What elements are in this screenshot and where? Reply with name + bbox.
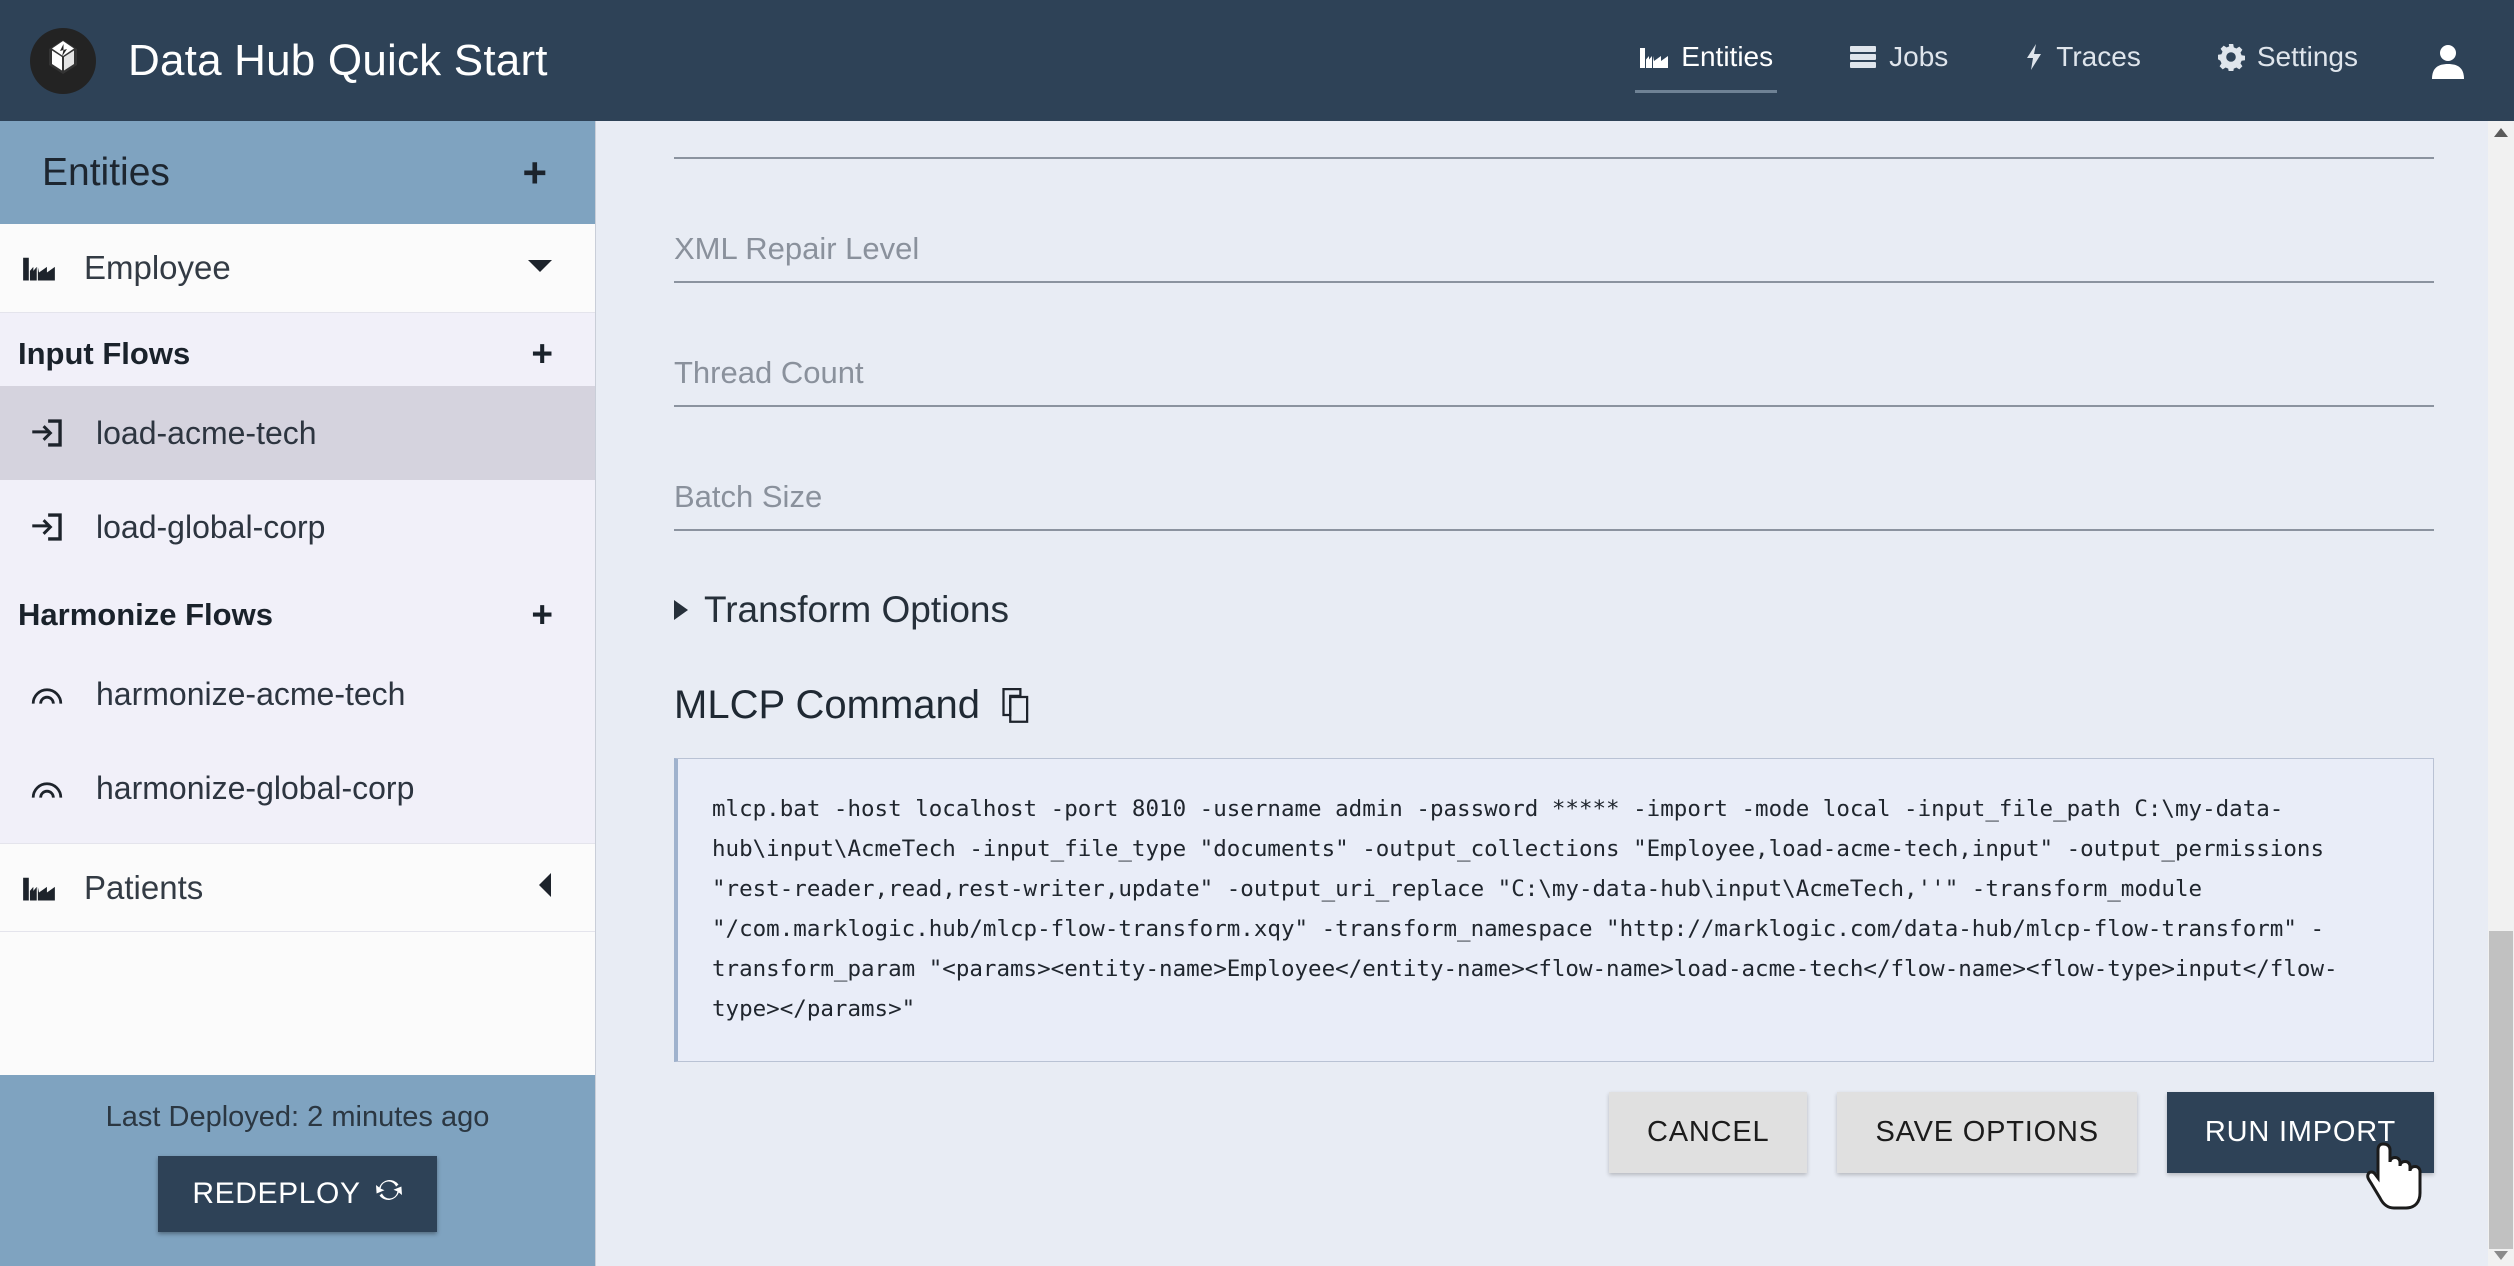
nav-label-jobs: Jobs [1889,40,1949,72]
last-deployed-text: Last Deployed: 2 minutes ago [105,1101,490,1133]
transform-options-toggle[interactable]: Transform Options [674,589,1009,631]
sidebar-flow-label: load-acme-tech [96,414,317,451]
sidebar-flow-harmonize-acme-tech[interactable]: harmonize-acme-tech [0,647,595,741]
sidebar-entity-patients[interactable]: Patients [0,843,595,932]
scroll-down-arrow-icon[interactable] [2488,1244,2514,1266]
sidebar-entity-label: Patients [84,868,204,906]
brand[interactable]: Data Hub Quick Start [0,27,548,94]
sidebar-footer: Last Deployed: 2 minutes ago REDEPLOY [0,1075,595,1266]
refresh-icon [375,1176,403,1212]
sidebar-title: Entities [42,150,170,194]
save-options-button[interactable]: SAVE OPTIONS [1837,1092,2137,1173]
scrollbar-thumb[interactable] [2489,931,2513,1249]
field-clipped-above[interactable] [674,121,2434,159]
group-header-harmonize-flows: Harmonize Flows + [0,574,595,647]
scroll-up-arrow-icon[interactable] [2488,121,2514,143]
arch-icon [30,678,74,710]
mlcp-command-header: MLCP Command [674,683,2474,728]
main-content: XML Repair Level Thread Count Batch Size… [596,121,2514,1266]
redeploy-button[interactable]: REDEPLOY [158,1156,437,1232]
factory-icon [22,873,64,903]
mlcp-command-title: MLCP Command [674,683,981,727]
redeploy-label: REDEPLOY [192,1177,361,1210]
nav-item-jobs[interactable]: Jobs [1849,29,1948,93]
chevron-left-icon[interactable] [537,872,553,904]
user-avatar-icon[interactable] [2430,42,2466,80]
gear-icon [2217,43,2245,71]
chevron-down-icon[interactable] [527,257,553,280]
nav-item-traces[interactable]: Traces [2024,29,2141,93]
sidebar-flow-harmonize-global-corp[interactable]: harmonize-global-corp [0,741,595,835]
sidebar-flow-load-acme-tech[interactable]: load-acme-tech [0,386,595,480]
input-arrow-icon [30,511,74,543]
app-header: Data Hub Quick Start Entities Jobs Trace… [0,0,2514,121]
sidebar-flow-load-global-corp[interactable]: load-global-corp [0,480,595,574]
vertical-scrollbar[interactable] [2488,121,2514,1266]
sidebar: Entities + Employee Input Flows + load-a… [0,121,596,1266]
top-navigation: Entities Jobs Traces Settings [1601,0,2514,121]
sidebar-entity-employee[interactable]: Employee [0,224,595,313]
group-title-input-flows: Input Flows [18,335,191,371]
app-title: Data Hub Quick Start [128,35,548,85]
factory-icon [1639,44,1669,70]
group-title-harmonize-flows: Harmonize Flows [18,596,273,632]
marklogic-cube-icon [30,27,96,94]
import-options-form: XML Repair Level Thread Count Batch Size… [596,121,2514,1210]
nav-item-entities[interactable]: Entities [1635,29,1777,93]
mlcp-command-box[interactable]: mlcp.bat -host localhost -port 8010 -use… [674,758,2434,1062]
add-input-flow-button[interactable]: + [531,335,553,372]
nav-label-entities: Entities [1681,40,1774,72]
arch-icon [30,772,74,804]
sidebar-flow-label: load-global-corp [96,508,326,545]
field-label-batch-size: Batch Size [674,479,823,514]
sidebar-spacer [0,932,595,1075]
field-label-thread-count: Thread Count [674,355,864,390]
sidebar-entity-label: Employee [84,249,231,286]
sidebar-flow-label: harmonize-acme-tech [96,675,406,712]
input-arrow-icon [30,417,74,449]
run-import-button[interactable]: RUN IMPORT [2166,1092,2434,1173]
transform-options-label: Transform Options [704,589,1009,630]
field-batch-size[interactable]: Batch Size [674,407,2434,531]
copy-icon[interactable] [1000,687,1034,724]
nav-label-traces: Traces [2056,40,2141,72]
nav-label-settings: Settings [2256,40,2358,72]
group-header-input-flows: Input Flows + [0,313,595,386]
app-root: Data Hub Quick Start Entities Jobs Trace… [0,0,2514,1266]
sidebar-entity-body-employee: Input Flows + load-acme-tech load-global… [0,313,595,843]
nav-item-settings[interactable]: Settings [2217,29,2358,93]
sidebar-header: Entities + [0,121,595,224]
field-label-xml-repair-level: XML Repair Level [674,231,920,266]
field-xml-repair-level[interactable]: XML Repair Level [674,159,2434,283]
lightning-bolt-icon [2024,43,2044,71]
factory-icon [22,253,64,283]
cancel-button[interactable]: CANCEL [1609,1092,1808,1173]
add-harmonize-flow-button[interactable]: + [531,596,553,633]
server-stack-icon [1849,44,1877,70]
mlcp-command-text: mlcp.bat -host localhost -port 8010 -use… [712,796,2338,1022]
form-actions: CANCEL SAVE OPTIONS RUN IMPORT [674,1092,2434,1210]
triangle-right-icon [674,600,688,620]
field-thread-count[interactable]: Thread Count [674,283,2434,407]
sidebar-flow-label: harmonize-global-corp [96,769,415,806]
add-entity-button[interactable]: + [516,151,553,194]
